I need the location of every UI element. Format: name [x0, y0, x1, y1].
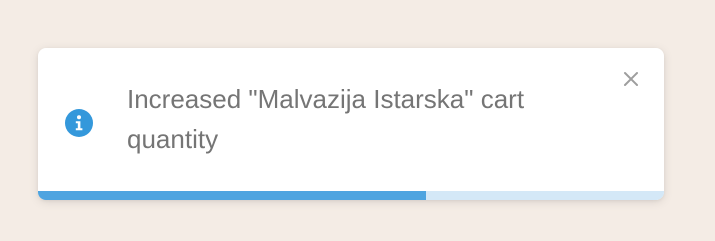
progress-bar-track	[38, 191, 664, 200]
close-icon	[624, 72, 638, 86]
toast-message: Increased "Malvazija Istarska" cart quan…	[127, 84, 525, 154]
progress-bar-fill	[38, 191, 427, 200]
info-icon	[65, 109, 93, 137]
toast-notification: Increased "Malvazija Istarska" cart quan…	[38, 48, 664, 200]
close-button[interactable]	[618, 66, 644, 92]
